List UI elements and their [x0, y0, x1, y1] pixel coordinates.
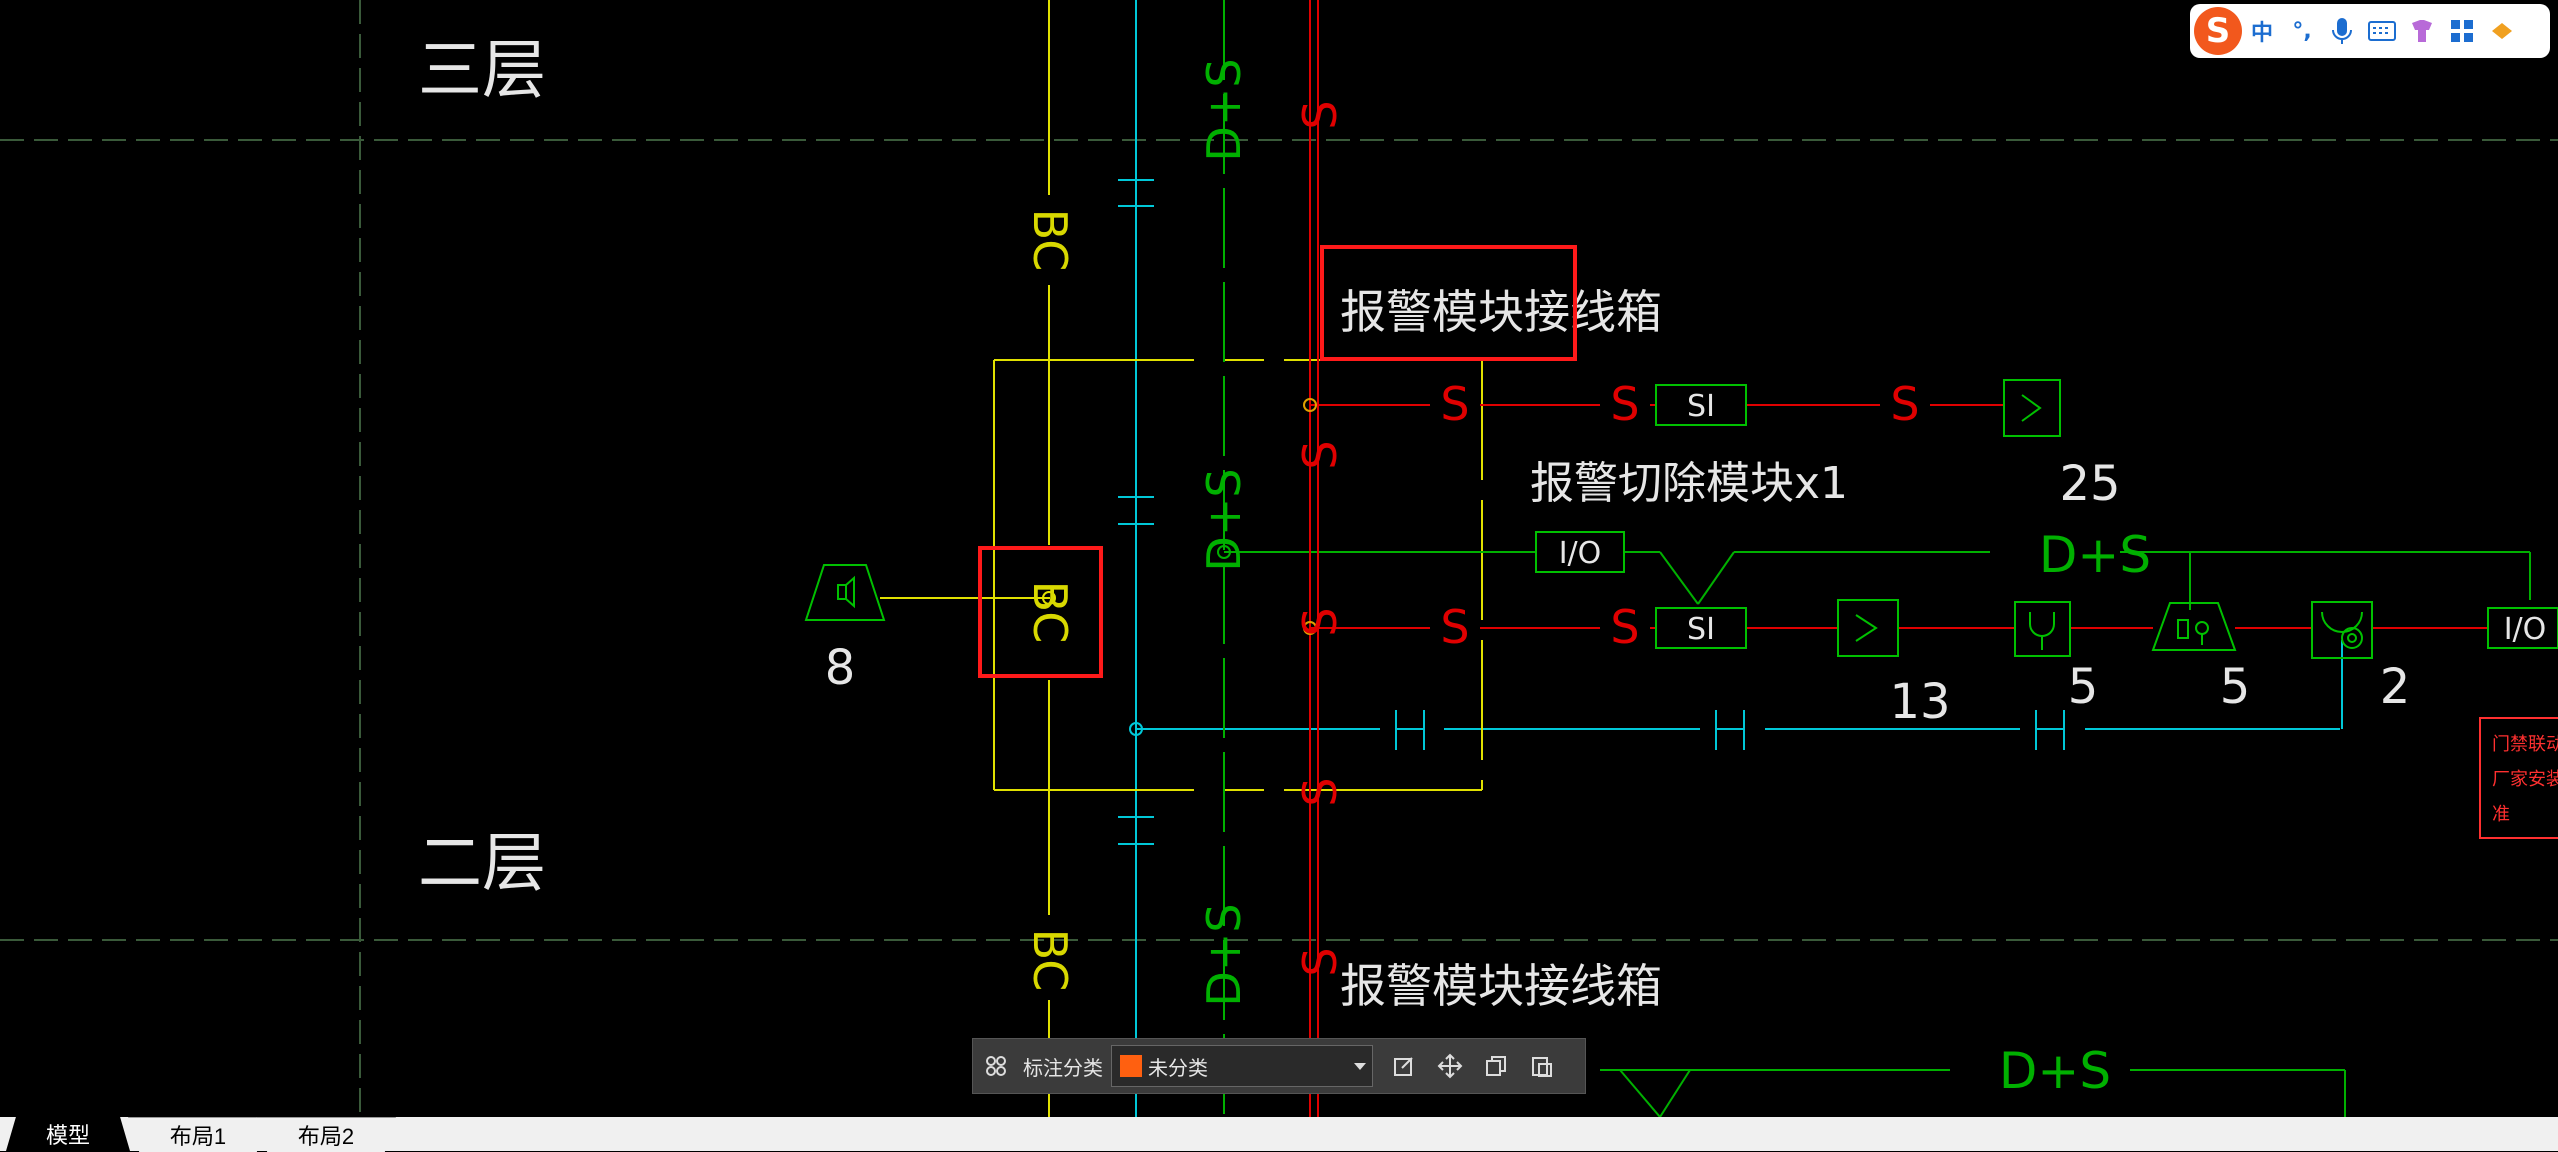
category-select[interactable]: 未分类	[1111, 1045, 1373, 1087]
tab-model[interactable]: 模型	[6, 1117, 130, 1151]
speaker-count: 8	[825, 640, 856, 696]
more-icon[interactable]	[2482, 11, 2522, 51]
manual-count: 5	[2220, 659, 2251, 715]
move-icon[interactable]	[1427, 1043, 1473, 1089]
category-select-value: 未分类	[1148, 1057, 1208, 1080]
copy-icon[interactable]	[1473, 1043, 1519, 1089]
s-vertical-label: S	[1293, 947, 1347, 976]
heat-count: 5	[2068, 659, 2099, 715]
ime-toolbar[interactable]: S 中 °,	[2190, 4, 2550, 58]
tab-label: 布局2	[297, 1124, 355, 1149]
keyboard-icon[interactable]	[2362, 11, 2402, 51]
s-vertical-label: S	[1293, 607, 1347, 636]
io-label: I/O	[1559, 536, 1602, 571]
tab-label: 布局1	[169, 1124, 227, 1149]
s-vertical-label: S	[1293, 100, 1347, 129]
ds-label: D+S	[2039, 526, 2151, 584]
bc-vertical-label: BC	[1023, 581, 1077, 644]
ds-vertical-label: D+S	[1197, 468, 1251, 571]
note-line: 厂家安装数	[2492, 769, 2558, 790]
tab-layout2[interactable]: 布局2	[256, 1117, 396, 1152]
edit-icon[interactable]	[1381, 1043, 1427, 1089]
bc-vertical-label: BC	[1023, 209, 1077, 272]
floor-label-lower: 二层	[418, 827, 546, 901]
chevron-down-icon	[1354, 1062, 1366, 1070]
note-line: 门禁联动联	[2492, 734, 2558, 755]
paste-icon[interactable]	[1519, 1043, 1565, 1089]
s-label: S	[1440, 600, 1469, 654]
smoke-detector-icon	[2003, 379, 2061, 437]
tab-label: 模型	[45, 1123, 90, 1148]
alarm-module-box-label: 报警模块接线箱	[1340, 285, 1662, 339]
toolbox-icon[interactable]	[2442, 11, 2482, 51]
sogou-logo-icon[interactable]: S	[2194, 7, 2242, 55]
manual-alarm-icon	[2151, 602, 2237, 651]
alarm-module-box-label: 报警模块接线箱	[1340, 959, 1662, 1013]
mic-icon[interactable]	[2322, 11, 2362, 51]
punct-toggle[interactable]: °,	[2282, 11, 2322, 51]
smoke-count-top: 25	[2059, 456, 2120, 512]
category-color-swatch	[1120, 1055, 1142, 1077]
ds-vertical-label: D+S	[1197, 58, 1251, 161]
s-label: S	[1610, 600, 1639, 654]
hydrant-count: 2	[2380, 659, 2411, 715]
s-vertical-label: S	[1293, 777, 1347, 806]
skin-icon[interactable]	[2402, 11, 2442, 51]
drawing-canvas[interactable]: S S S S S S S S S S BC BC BC D+S D+S D+S…	[0, 0, 2558, 1117]
cut-module-label: 报警切除模块x1	[1530, 458, 1848, 509]
io-label: I/O	[2504, 612, 2547, 647]
ds-label: D+S	[1999, 1042, 2111, 1100]
lang-toggle[interactable]: 中	[2242, 11, 2282, 51]
tab-layout1[interactable]: 布局1	[128, 1117, 268, 1152]
smoke-detector-icon	[1837, 599, 1899, 657]
floor-label-upper: 三层	[418, 34, 546, 108]
si-label: SI	[1687, 389, 1715, 424]
s-label: S	[1610, 377, 1639, 431]
si-label: SI	[1687, 612, 1715, 647]
s-label: S	[1890, 377, 1919, 431]
annotation-category-label: 标注分类	[1023, 1057, 1103, 1080]
note-line: 准	[2492, 804, 2510, 825]
ds-vertical-label: D+S	[1197, 903, 1251, 1006]
grid-icon[interactable]	[973, 1043, 1019, 1089]
smoke-count-bottom: 13	[1889, 674, 1950, 730]
annotation-toolbar: 标注分类 未分类	[972, 1038, 1586, 1094]
s-vertical-label: S	[1293, 440, 1347, 469]
s-label: S	[1440, 377, 1469, 431]
bc-vertical-label: BC	[1023, 929, 1077, 992]
